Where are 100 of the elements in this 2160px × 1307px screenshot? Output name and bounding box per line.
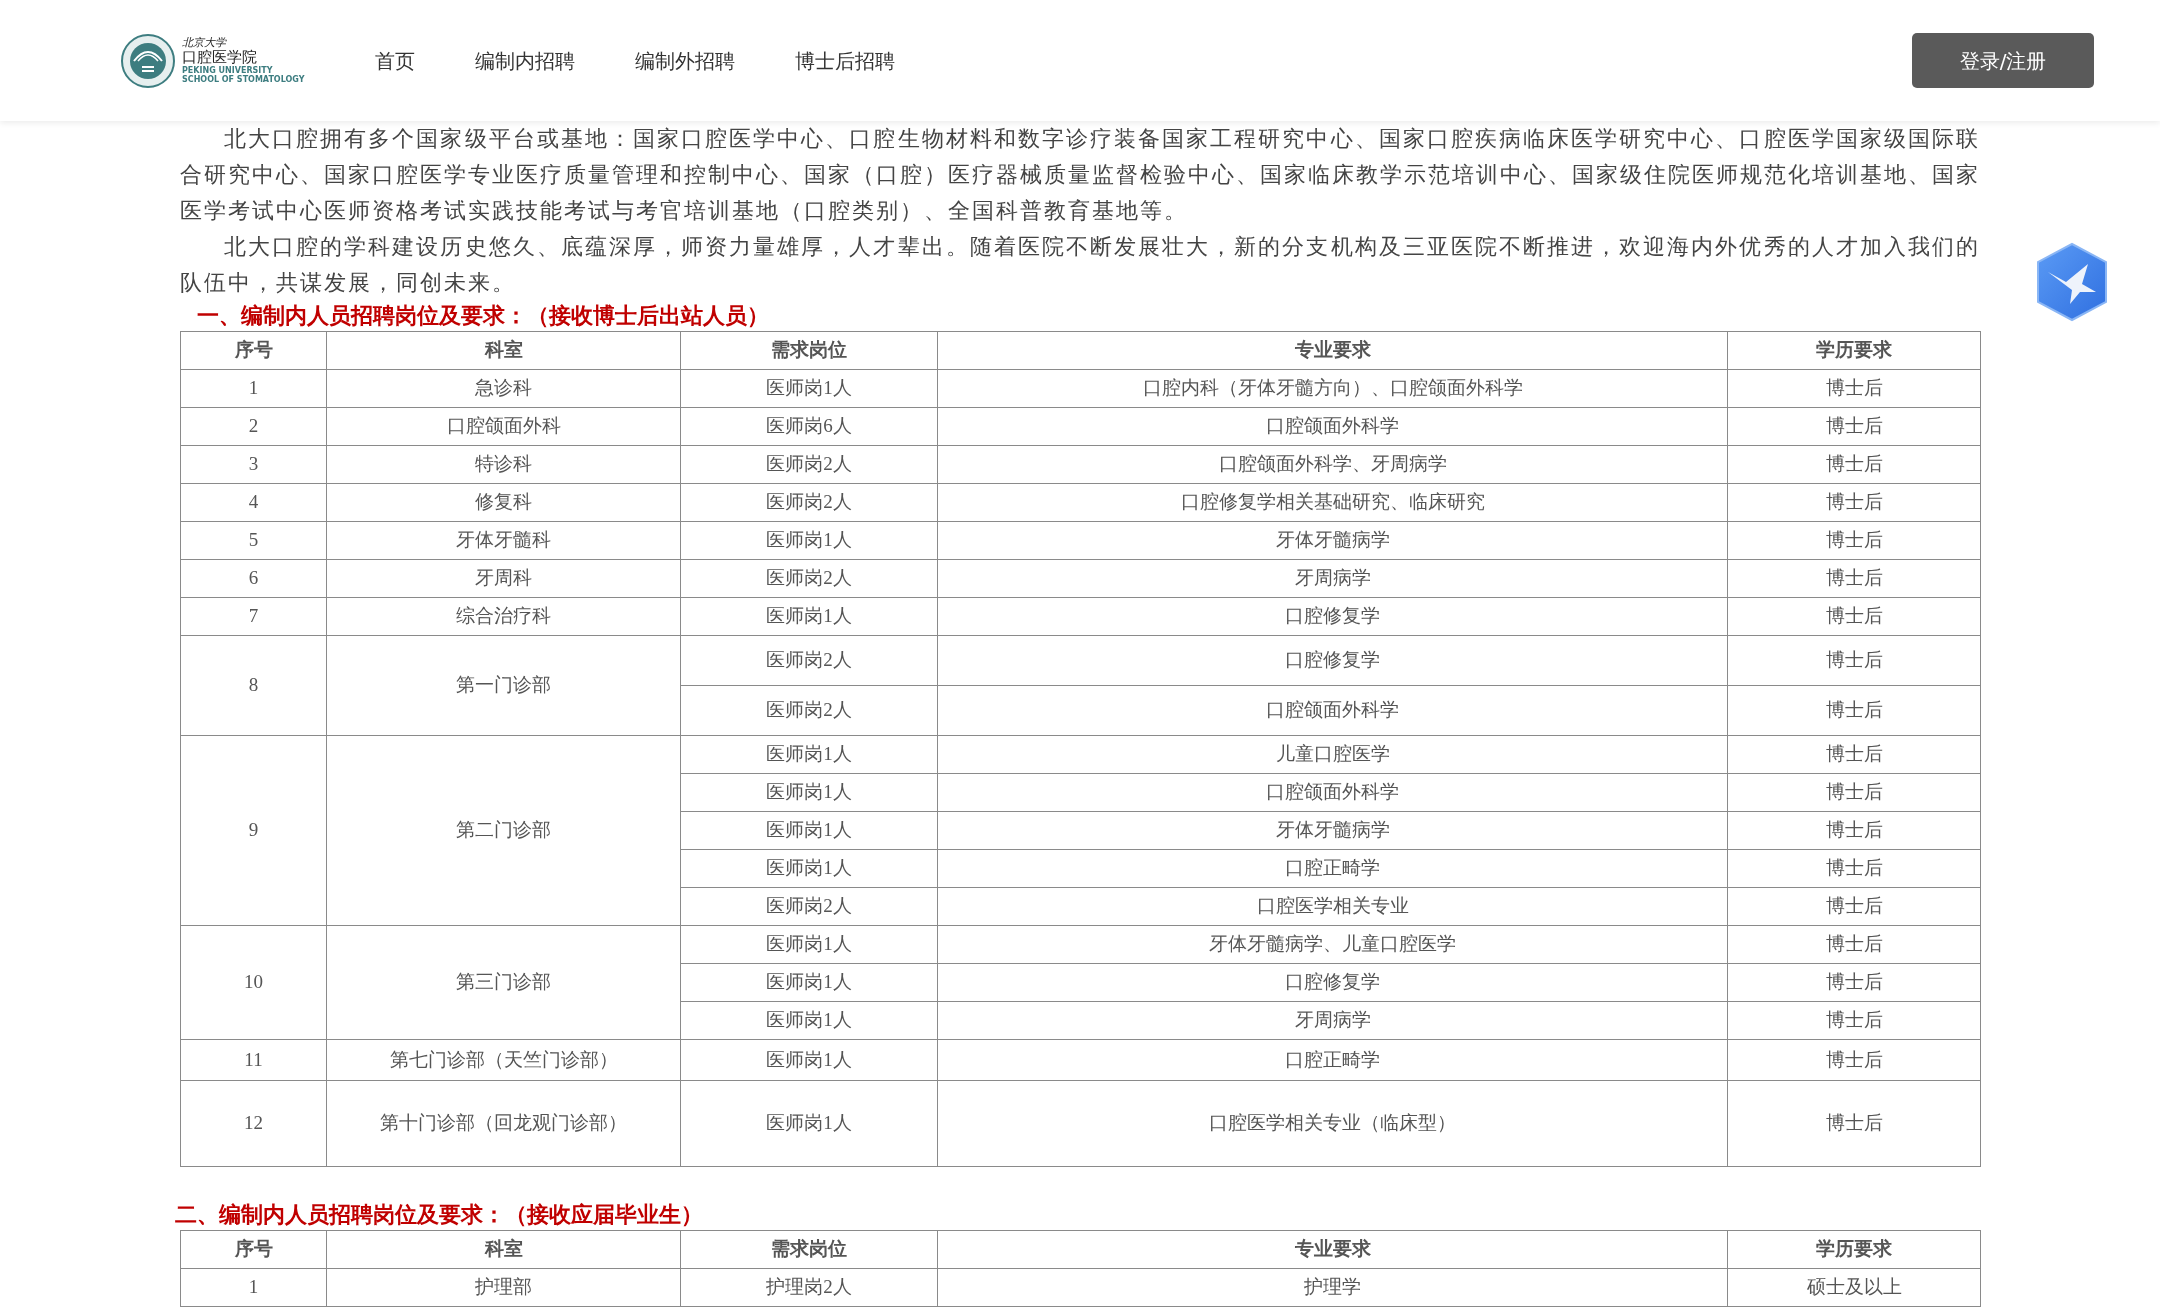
table-cell: 博士后 [1727,1080,1981,1167]
column-header: 科室 [326,331,681,370]
table-cell: 博士后 [1727,963,1981,1002]
section-heading: 二、编制内人员招聘岗位及要求：（接收应届毕业生） [175,1201,704,1229]
table-cell: 博士后 [1727,521,1981,560]
table-cell: 4 [180,483,327,522]
table-cell: 医师岗1人 [680,1080,938,1167]
table-cell: 2 [180,407,327,446]
table-cell: 口腔内科（牙体牙髓方向）、口腔颌面外科学 [937,369,1728,408]
table-cell: 医师岗1人 [680,811,938,850]
table-cell: 医师岗2人 [680,483,938,522]
table-cell: 博士后 [1727,1039,1981,1081]
table-cell: 第七门诊部（天竺门诊部） [326,1039,681,1081]
table-cell: 9 [180,735,327,926]
login-button[interactable]: 登录/注册 [1912,33,2094,88]
table-cell: 博士后 [1727,369,1981,408]
table-cell: 医师岗2人 [680,685,938,736]
table-cell: 急诊科 [326,369,681,408]
column-header: 序号 [180,331,327,370]
table-cell: 医师岗1人 [680,597,938,636]
table-cell: 口腔正畸学 [937,849,1728,888]
table-cell: 博士后 [1727,849,1981,888]
table-cell: 医师岗6人 [680,407,938,446]
table-cell: 博士后 [1727,887,1981,926]
column-header: 需求岗位 [680,331,938,370]
table-cell: 博士后 [1727,559,1981,598]
table-cell: 12 [180,1080,327,1167]
table-cell: 牙周病学 [937,559,1728,598]
table-cell: 医师岗1人 [680,773,938,812]
table-cell: 医师岗2人 [680,559,938,598]
table-cell: 牙体牙髓病学、儿童口腔医学 [937,925,1728,964]
table-cell: 医师岗1人 [680,1039,938,1081]
emblem-icon [120,32,176,89]
table-cell: 第二门诊部 [326,735,681,926]
column-header: 需求岗位 [680,1230,938,1269]
column-header: 专业要求 [937,1230,1728,1269]
table-cell: 博士后 [1727,445,1981,484]
table-cell: 口腔正畸学 [937,1039,1728,1081]
table-cell: 博士后 [1727,735,1981,774]
logo-text: 北京大学 [182,37,228,48]
table-cell: 医师岗1人 [680,849,938,888]
table-cell: 7 [180,597,327,636]
table-cell: 医师岗1人 [680,521,938,560]
nav-link[interactable]: 博士后招聘 [795,45,895,76]
table-cell: 第三门诊部 [326,925,681,1040]
table-cell: 医师岗2人 [680,887,938,926]
table-cell: 博士后 [1727,483,1981,522]
table-cell: 口腔颌面外科学 [937,773,1728,812]
table-cell: 博士后 [1727,597,1981,636]
table-cell: 医师岗2人 [680,445,938,484]
column-header: 序号 [180,1230,327,1269]
table-cell: 口腔修复学相关基础研究、临床研究 [937,483,1728,522]
table-cell: 口腔颌面外科学 [937,685,1728,736]
nav-link[interactable]: 首页 [375,45,415,76]
table-cell: 6 [180,559,327,598]
table-cell: 1 [180,369,327,408]
table-cell: 口腔修复学 [937,963,1728,1002]
table-cell: 博士后 [1727,1001,1981,1040]
table-cell: 医师岗1人 [680,963,938,1002]
table-cell: 牙体牙髓病学 [937,521,1728,560]
table-cell: 第一门诊部 [326,635,681,736]
column-header: 学历要求 [1727,1230,1981,1269]
table-cell: 医师岗1人 [680,1001,938,1040]
table-cell: 特诊科 [326,445,681,484]
logo-subtext: PEKING UNIVERSITY [182,67,274,75]
table-cell: 博士后 [1727,635,1981,686]
column-header: 专业要求 [937,331,1728,370]
intro-paragraph: 北大口腔拥有多个国家级平台或基地：国家口腔医学中心、口腔生物材料和数字诊疗装备国家工程研究中心、国家口腔疾病临床医学研究中心、口腔医学国家级国际联合研究中心、国家口腔医学专业医疗质量管理和控制中心、国家（口腔）医疗器械质量监督检验中心、国家临床教学示范培训中心、国家级住院医师规范化培训基地、国家医学考试中心医师资格考试实践技能考试与考官培训基地（口腔类别）、全国科普教育基地等。 [180,125,1980,225]
table-cell: 博士后 [1727,773,1981,812]
table-cell: 护理岗2人 [680,1268,938,1307]
table-cell: 牙周病学 [937,1001,1728,1040]
table-cell: 修复科 [326,483,681,522]
table-cell: 10 [180,925,327,1040]
table-cell: 第十门诊部（回龙观门诊部） [326,1080,681,1167]
nav-link[interactable]: 编制外招聘 [635,45,735,76]
logo-text: 口腔医学院 [182,50,258,65]
table-cell: 5 [180,521,327,560]
column-header: 科室 [326,1230,681,1269]
table-cell: 硕士及以上 [1727,1268,1981,1307]
table-cell: 口腔修复学 [937,635,1728,686]
table-cell: 综合治疗科 [326,597,681,636]
table-cell: 口腔颌面外科学、牙周病学 [937,445,1728,484]
table-cell: 牙体牙髓病学 [937,811,1728,850]
column-header: 学历要求 [1727,331,1981,370]
table-cell: 口腔颌面外科学 [937,407,1728,446]
nav-link[interactable]: 编制内招聘 [475,45,575,76]
table-cell: 8 [180,635,327,736]
table-cell: 11 [180,1039,327,1081]
table-cell: 护理部 [326,1268,681,1307]
table-cell: 牙周科 [326,559,681,598]
table-cell: 1 [180,1268,327,1307]
table-cell: 医师岗1人 [680,925,938,964]
table-cell: 医师岗1人 [680,369,938,408]
table-cell: 口腔医学相关专业（临床型） [937,1080,1728,1167]
table-cell: 口腔医学相关专业 [937,887,1728,926]
table-cell: 儿童口腔医学 [937,735,1728,774]
table-cell: 博士后 [1727,685,1981,736]
table-cell: 口腔修复学 [937,597,1728,636]
logo-subtext: SCHOOL OF STOMATOLOGY [182,76,305,84]
table-cell: 医师岗1人 [680,735,938,774]
